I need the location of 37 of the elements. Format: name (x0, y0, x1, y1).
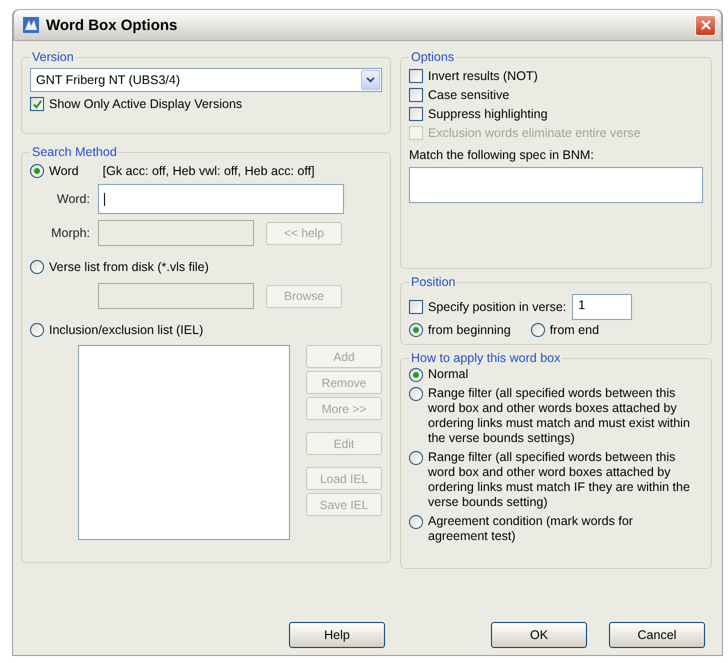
option-checkbox[interactable]: Suppress highlighting (409, 107, 703, 121)
ok-button[interactable]: OK (491, 622, 587, 648)
position-input[interactable]: 1 (572, 294, 632, 320)
option-checkbox[interactable]: Invert results (NOT) (409, 69, 703, 83)
apply-mode-radio[interactable]: Normal (409, 367, 703, 382)
bnm-label: Match the following spec in BNM: (409, 148, 595, 162)
window-title: Word Box Options (46, 16, 178, 34)
word-radio[interactable]: Word (30, 164, 79, 178)
apply-mode-radio[interactable]: Range filter (all specified words between this word box and other words boxes attached by ordering links must match and must exist within the verse bounds settings) (409, 386, 703, 446)
iel-radio[interactable]: Inclusion/exclusion list (IEL) (30, 323, 204, 337)
group-label: Version (31, 50, 75, 64)
show-active-checkbox[interactable]: Show Only Active Display Versions (30, 97, 242, 111)
word-input[interactable] (98, 184, 344, 214)
help-button[interactable]: Help (289, 622, 385, 648)
close-icon (700, 19, 712, 31)
close-button[interactable] (695, 14, 716, 36)
morph-label: Morph: (50, 226, 90, 240)
group-label: Position (410, 275, 456, 289)
cancel-button[interactable]: Cancel (609, 622, 705, 648)
accent-settings-text: [Gk acc: off, Heb vwl: off, Heb acc: off] (102, 164, 315, 178)
checkmark-icon (32, 98, 42, 110)
option-checkbox[interactable]: Case sensitive (409, 88, 703, 102)
chevron-down-icon (366, 76, 375, 84)
group-label: Search Method (31, 145, 118, 159)
verse-list-radio[interactable]: Verse list from disk (*.vls file) (30, 260, 209, 274)
bnm-input[interactable] (409, 167, 703, 203)
specify-position-checkbox[interactable]: Specify position in verse: (409, 300, 566, 314)
word-label: Word: (56, 192, 90, 206)
group-label: How to apply this word box (410, 351, 562, 365)
version-dropdown[interactable]: GNT Friberg NT (UBS3/4) (30, 68, 382, 92)
apply-mode-radio[interactable]: Agreement condition (mark words for agreement test) (409, 514, 703, 544)
group-label: Options (410, 50, 456, 64)
apply-mode-radio[interactable]: Range filter (all specified words between this word box and other word boxes attached by ordering links must match IF they are within the verse bounds setting) (409, 450, 703, 510)
app-icon (22, 16, 40, 34)
position-radio[interactable]: from end (530, 323, 600, 337)
text-cursor (104, 192, 105, 206)
position-radio[interactable]: from beginning (409, 323, 511, 337)
